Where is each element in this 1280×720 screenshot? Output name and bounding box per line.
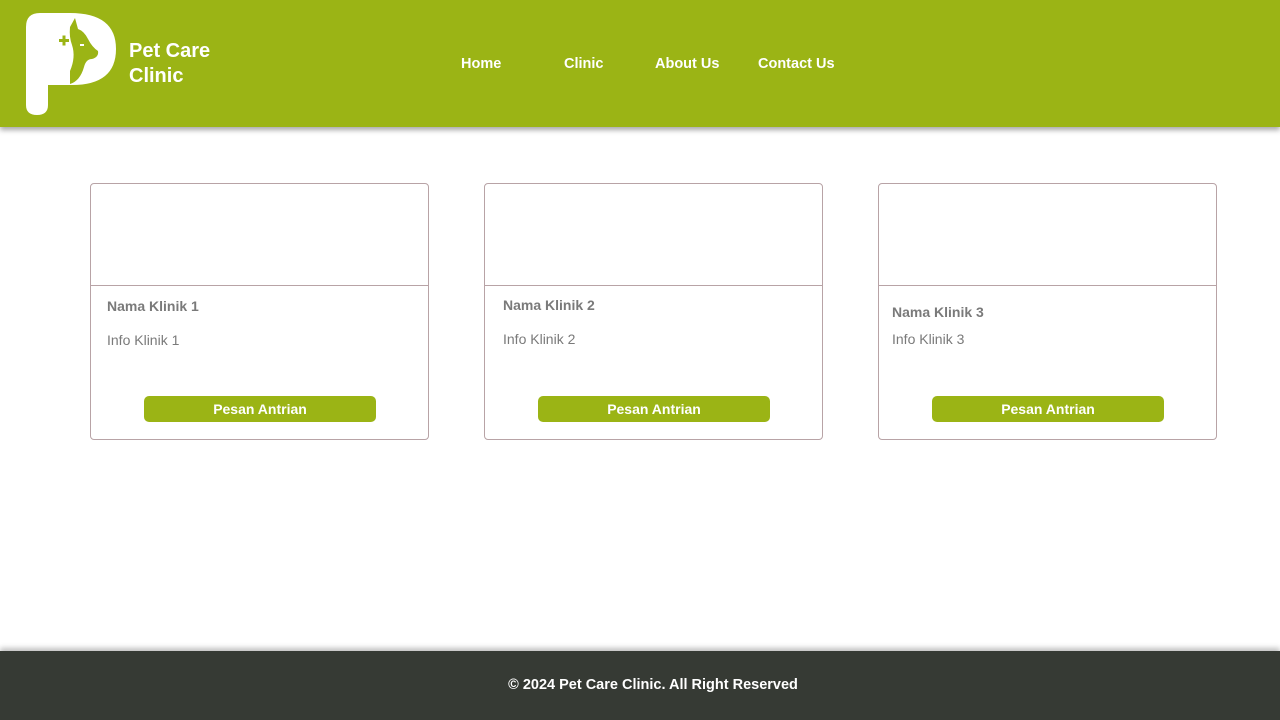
site-header: Pet Care Clinic Home Clinic About Us Con… <box>0 0 1280 127</box>
clinic-image <box>91 184 428 286</box>
clinic-name: Nama Klinik 3 <box>892 304 984 320</box>
book-queue-button[interactable]: Pesan Antrian <box>538 396 770 422</box>
nav-about-us[interactable]: About Us <box>655 56 719 72</box>
brand-name: Pet Care Clinic <box>129 39 210 89</box>
clinic-card: Nama Klinik 1 Info Klinik 1 Pesan Antria… <box>90 183 429 440</box>
logo-graphic <box>26 13 116 115</box>
site-footer: © 2024 Pet Care Clinic. All Right Reserv… <box>0 651 1280 720</box>
pet-care-logo-icon[interactable] <box>26 13 118 117</box>
clinic-info: Info Klinik 1 <box>107 332 180 348</box>
clinic-card: Nama Klinik 3 Info Klinik 3 Pesan Antria… <box>878 183 1217 440</box>
book-queue-button[interactable]: Pesan Antrian <box>932 396 1164 422</box>
brand-line-2: Clinic <box>129 65 184 87</box>
book-queue-button[interactable]: Pesan Antrian <box>144 396 376 422</box>
nav-contact-us[interactable]: Contact Us <box>758 56 835 72</box>
clinic-image <box>879 184 1216 286</box>
nav-clinic[interactable]: Clinic <box>564 56 603 72</box>
clinic-info: Info Klinik 2 <box>503 331 576 347</box>
clinic-name: Nama Klinik 1 <box>107 298 199 314</box>
clinic-card: Nama Klinik 2 Info Klinik 2 Pesan Antria… <box>484 183 823 440</box>
clinic-name: Nama Klinik 2 <box>503 297 595 313</box>
brand-line-1: Pet Care <box>129 40 211 62</box>
copyright-text: © 2024 Pet Care Clinic. All Right Reserv… <box>508 677 798 693</box>
clinic-info: Info Klinik 3 <box>892 331 965 347</box>
clinic-image <box>485 184 822 286</box>
nav-home[interactable]: Home <box>461 56 501 72</box>
